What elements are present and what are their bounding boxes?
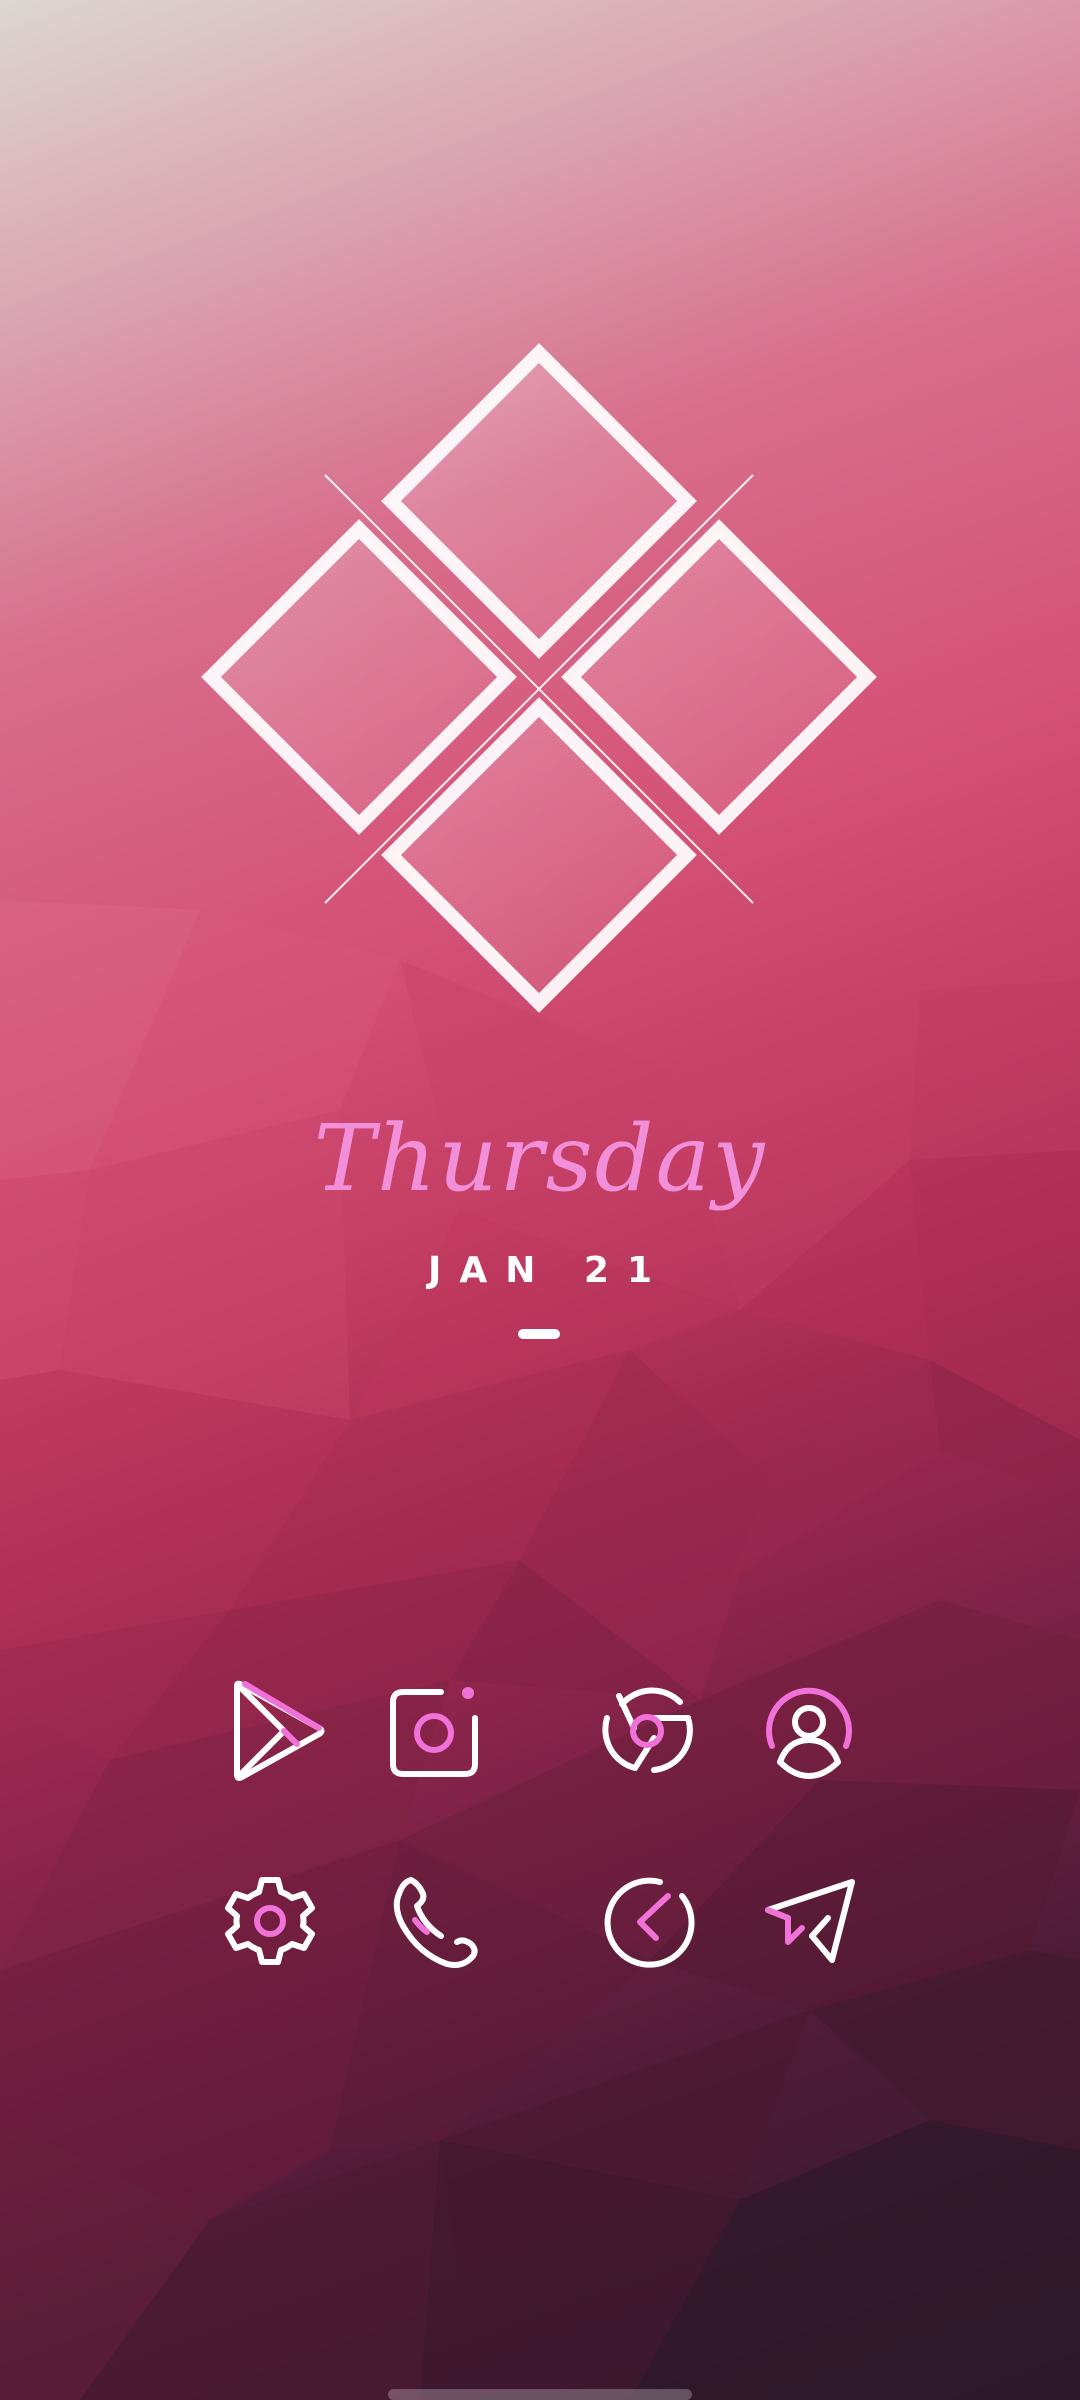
separator-dash [518,1329,560,1339]
diamond-emblem [201,343,877,1013]
gesture-nav-handle[interactable] [388,2389,692,2400]
contacts-icon[interactable] [754,1676,864,1786]
play-store-icon[interactable] [225,1676,335,1786]
phone-icon[interactable] [379,1866,489,1976]
day-name-script: Thursday [314,1105,767,1212]
day-name: Thursday [314,1105,767,1212]
date-label: JAN 21 [427,1250,670,1291]
send-icon[interactable] [754,1866,864,1976]
chrome-icon[interactable] [592,1676,702,1786]
settings-icon[interactable] [215,1866,325,1976]
clock-icon[interactable] [592,1866,702,1976]
camera-icon[interactable] [379,1676,489,1786]
